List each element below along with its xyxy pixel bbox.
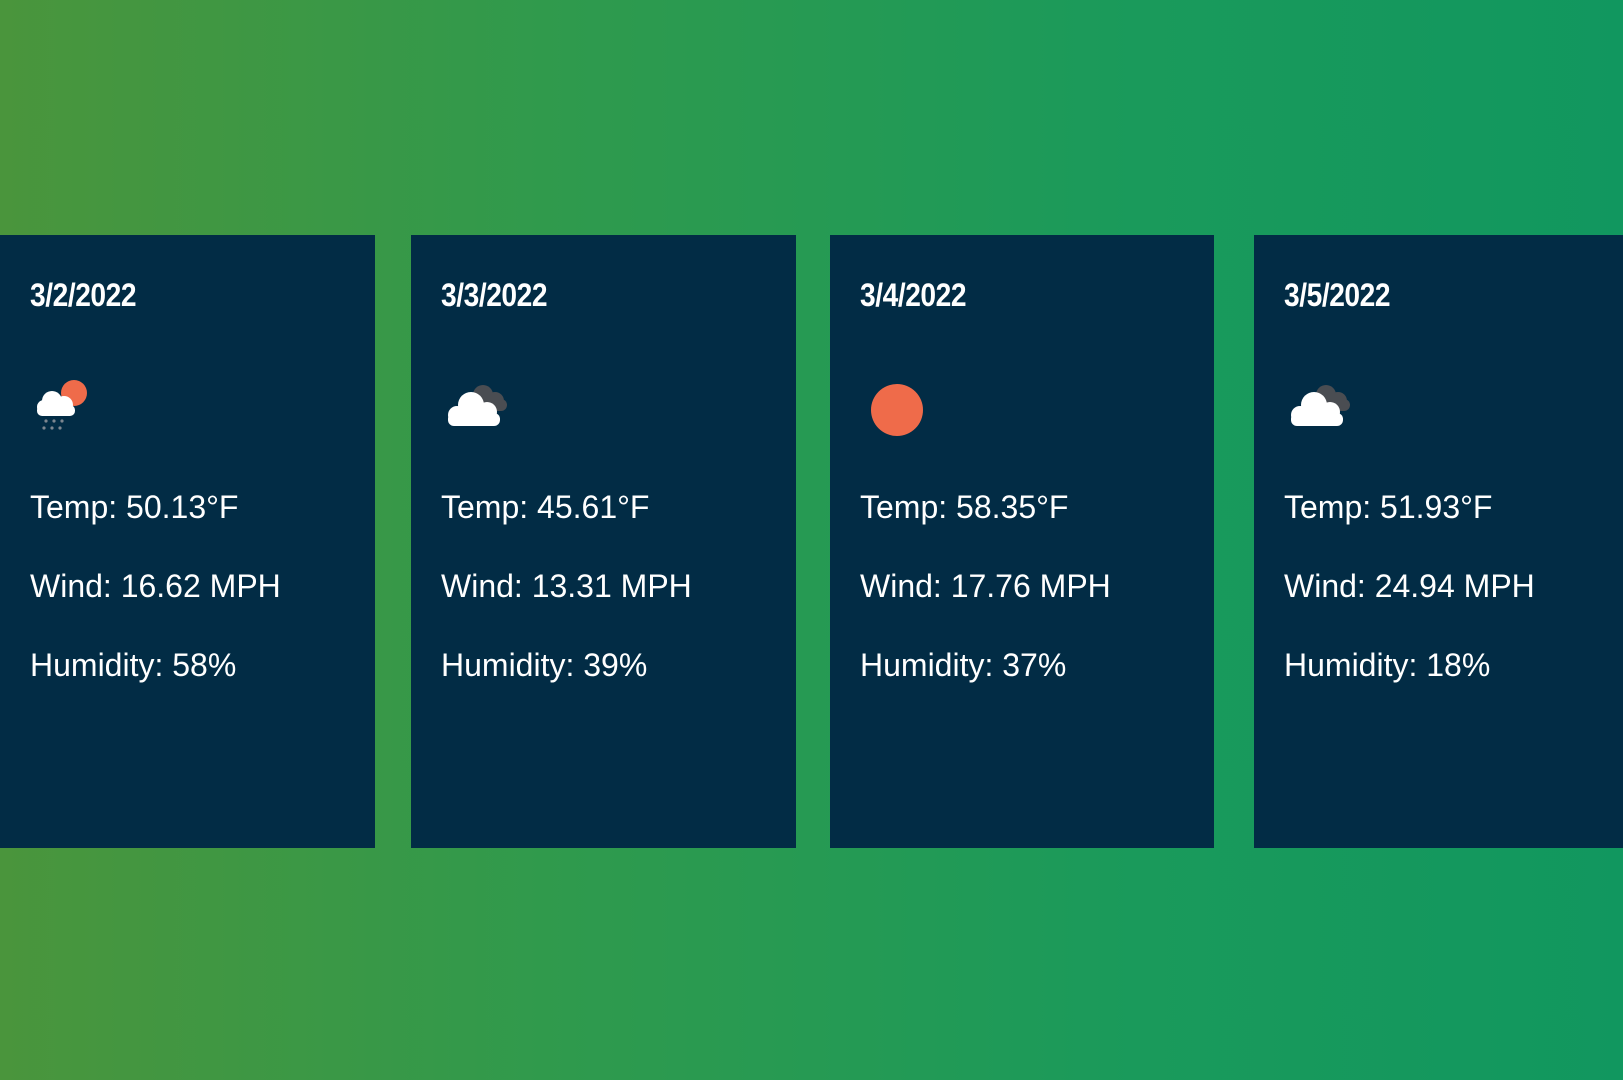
wind-text: Wind: 13.31 MPH <box>441 568 692 604</box>
wind-text: Wind: 24.94 MPH <box>1284 568 1535 604</box>
broken-clouds-icon <box>1276 375 1366 445</box>
rain-cloud-sun-icon <box>22 375 112 445</box>
temperature-text: Temp: 58.35°F <box>860 489 1069 525</box>
forecast-date: 3/5/2022 <box>1284 277 1391 313</box>
temperature-text: Temp: 45.61°F <box>441 489 650 525</box>
humidity-text: Humidity: 37% <box>860 647 1067 683</box>
wind-text: Wind: 16.62 MPH <box>30 568 281 604</box>
humidity-text: Humidity: 39% <box>441 647 648 683</box>
forecast-row: 3/2/2022 Temp: 50.13°F Wind: 16.62 MPH H… <box>0 235 1623 848</box>
forecast-date: 3/4/2022 <box>860 277 967 313</box>
temperature-text: Temp: 51.93°F <box>1284 489 1493 525</box>
wind-text: Wind: 17.76 MPH <box>860 568 1111 604</box>
humidity-text: Humidity: 18% <box>1284 647 1491 683</box>
forecast-card-1: 3/2/2022 Temp: 50.13°F Wind: 16.62 MPH H… <box>0 235 375 848</box>
forecast-date: 3/2/2022 <box>30 277 137 313</box>
temperature-text: Temp: 50.13°F <box>30 489 239 525</box>
humidity-text: Humidity: 58% <box>30 647 237 683</box>
forecast-card-3: 3/4/2022 Temp: 58.35°F Wind: 17.76 MPH H… <box>830 235 1214 848</box>
broken-clouds-icon <box>433 375 523 445</box>
sun-icon <box>852 375 942 445</box>
forecast-card-4: 3/5/2022 Temp: 51.93°F Wind: 24.94 MPH H… <box>1254 235 1623 848</box>
forecast-date: 3/3/2022 <box>441 277 548 313</box>
forecast-card-2: 3/3/2022 Temp: 45.61°F Wind: 13.31 MPH H… <box>411 235 796 848</box>
